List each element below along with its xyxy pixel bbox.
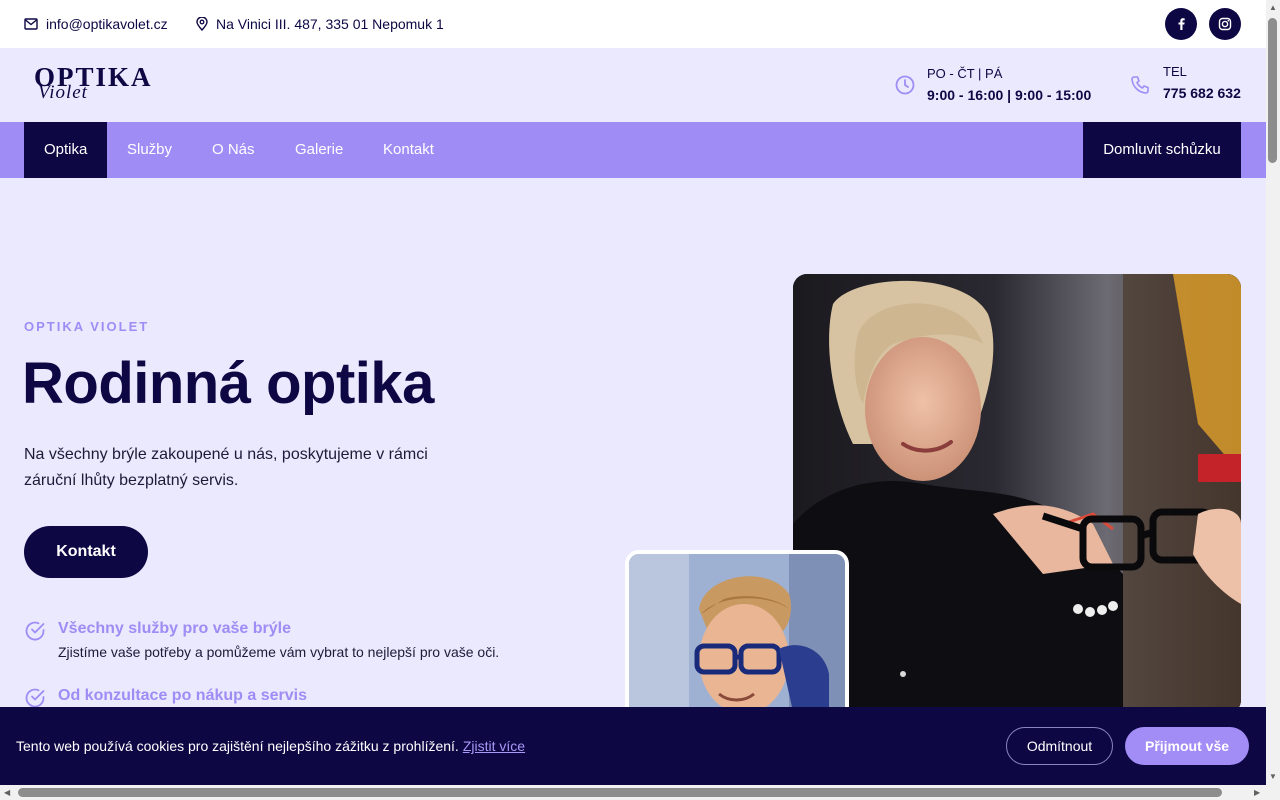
- optician-photo-art: [793, 274, 1241, 714]
- hero-title: Rodinná optika: [22, 351, 434, 416]
- main-nav: Optika Služby O Nás Galerie Kontakt: [24, 122, 1241, 178]
- hero-contact-button[interactable]: Kontakt: [24, 526, 148, 578]
- cookie-accept-button[interactable]: Přijmout vše: [1125, 727, 1249, 765]
- clock-icon: [895, 75, 915, 95]
- nav-fill-right: [1241, 122, 1266, 178]
- facebook-button[interactable]: [1165, 8, 1197, 40]
- nav-item-o-nas[interactable]: O Nás: [192, 122, 275, 178]
- instagram-icon: [1218, 17, 1232, 31]
- boy-glasses-photo: [625, 550, 849, 720]
- site-logo[interactable]: OPTIKA Violet: [34, 64, 194, 106]
- hours-label: PO - ČT | PÁ: [927, 66, 1003, 81]
- nav-item-galerie[interactable]: Galerie: [275, 122, 363, 178]
- instagram-button[interactable]: [1209, 8, 1241, 40]
- phone-contact[interactable]: TEL 775 682 632: [1130, 64, 1241, 101]
- top-info-bar: info@optikavolet.cz Na Vinici III. 487, …: [0, 0, 1266, 48]
- cookie-decline-button[interactable]: Odmítnout: [1006, 727, 1113, 765]
- book-appointment-button[interactable]: Domluvit schůzku: [1083, 122, 1241, 178]
- feature-title: Od konzultace po nákup a servis: [58, 687, 307, 704]
- cookie-text: Tento web používá cookies pro zajištění …: [16, 738, 459, 754]
- scroll-up-arrow-icon[interactable]: ▲: [1269, 3, 1277, 12]
- horizontal-scroll-thumb[interactable]: [18, 788, 1222, 797]
- nav-item-kontakt[interactable]: Kontakt: [363, 122, 454, 178]
- phone-value[interactable]: 775 682 632: [1163, 85, 1241, 101]
- scroll-right-arrow-icon[interactable]: ▶: [1254, 788, 1260, 797]
- cookie-banner: Tento web používá cookies pro zajištění …: [0, 707, 1266, 785]
- vertical-scroll-thumb[interactable]: [1268, 18, 1277, 163]
- feature-text: Zjistíme vaše potřeby a pomůžeme vám vyb…: [58, 644, 500, 660]
- nav-fill-left: [0, 122, 24, 178]
- phone-label: TEL: [1163, 64, 1187, 79]
- optician-photo: [793, 274, 1241, 714]
- location-pin-icon: [196, 17, 208, 31]
- hero-eyebrow: OPTIKA VIOLET: [24, 319, 150, 334]
- phone-icon: [1131, 76, 1149, 94]
- opening-hours: PO - ČT | PÁ 9:00 - 16:00 | 9:00 - 15:00: [895, 66, 1091, 103]
- mail-icon: [24, 18, 38, 30]
- cookie-learn-more-link[interactable]: Zjistit více: [463, 738, 525, 754]
- email-contact[interactable]: info@optikavolet.cz: [24, 16, 168, 32]
- address-text: Na Vinici III. 487, 335 01 Nepomuk 1: [216, 16, 444, 32]
- scroll-down-arrow-icon[interactable]: ▼: [1269, 772, 1277, 781]
- feature-title: Všechny služby pro vaše brýle: [58, 620, 291, 637]
- nav-item-sluzby[interactable]: Služby: [107, 122, 192, 178]
- check-circle-icon: [25, 621, 45, 641]
- hours-value: 9:00 - 16:00 | 9:00 - 15:00: [927, 87, 1092, 103]
- cookie-message: Tento web používá cookies pro zajištění …: [16, 738, 525, 754]
- hero-description: Na všechny brýle zakoupené u nás, poskyt…: [24, 446, 428, 489]
- email-text[interactable]: info@optikavolet.cz: [46, 16, 168, 32]
- boy-glasses-photo-art: [629, 554, 845, 716]
- facebook-icon: [1178, 18, 1185, 30]
- check-circle-icon: [25, 688, 45, 708]
- logo-script: Violet: [38, 82, 88, 103]
- address-contact: Na Vinici III. 487, 335 01 Nepomuk 1: [196, 16, 444, 32]
- nav-item-optika[interactable]: Optika: [24, 122, 108, 178]
- scroll-left-arrow-icon[interactable]: ◀: [4, 788, 10, 797]
